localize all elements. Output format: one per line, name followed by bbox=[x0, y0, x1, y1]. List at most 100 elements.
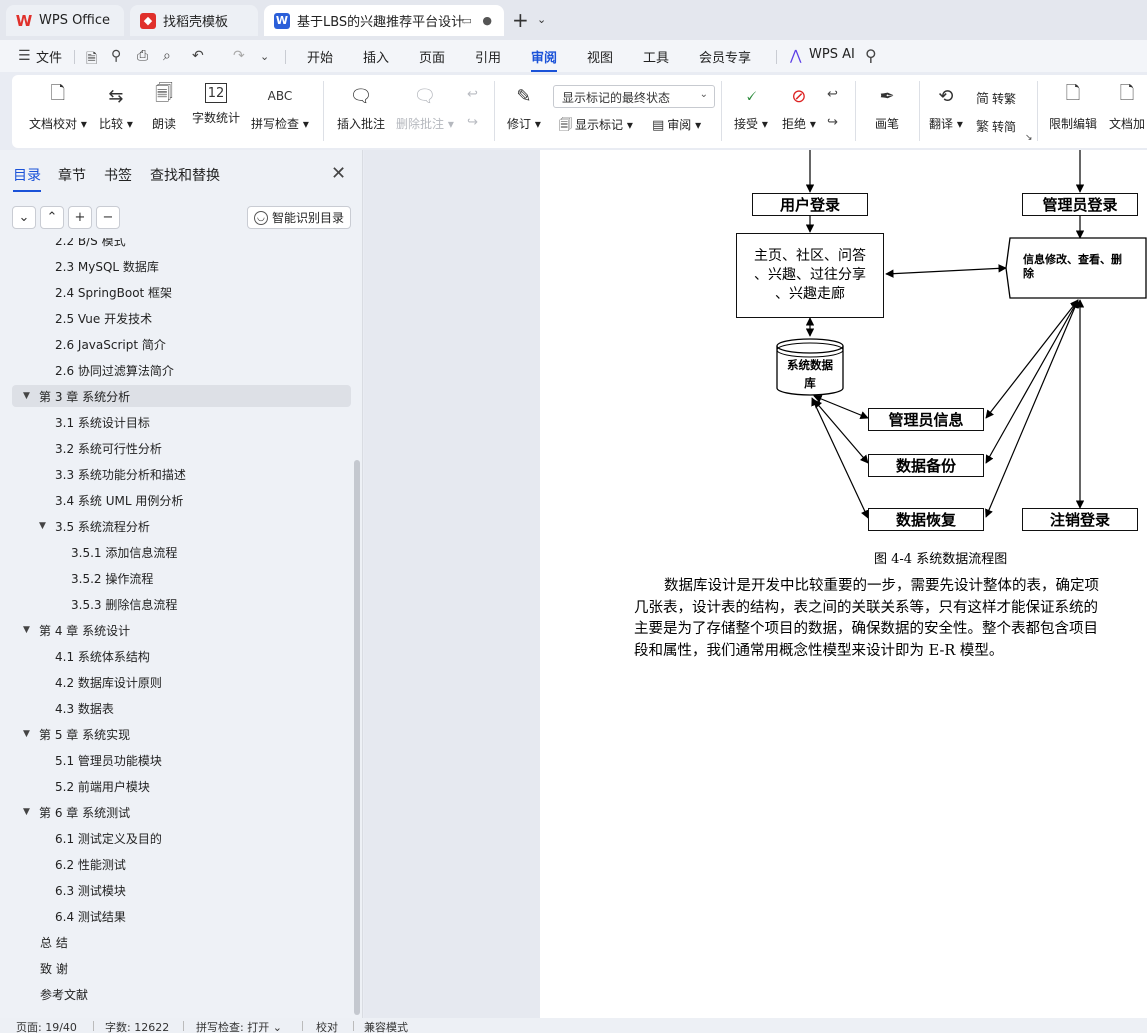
toc-item[interactable]: 2.6 JavaScript 简介 bbox=[12, 333, 351, 355]
toc-item[interactable]: 3.1 系统设计目标 bbox=[12, 411, 351, 433]
print-icon[interactable]: ⎙ bbox=[137, 48, 148, 64]
status-proofing[interactable]: 校对 bbox=[316, 1019, 338, 1033]
save-icon[interactable]: 🗎 bbox=[86, 48, 97, 72]
collapse-down-icon[interactable]: ⌄ bbox=[12, 206, 36, 229]
tab-close-dot-icon[interactable]: ● bbox=[482, 14, 492, 27]
remove-heading-icon[interactable]: − bbox=[96, 206, 120, 229]
toc-item[interactable]: 4.3 数据表 bbox=[12, 697, 351, 719]
toc-item[interactable]: 3.2 系统可行性分析 bbox=[12, 437, 351, 459]
menu-page[interactable]: 页面 bbox=[419, 47, 445, 66]
spell-check-button[interactable]: ABC 拼写检查 ▾ bbox=[251, 83, 309, 132]
collapse-up-icon[interactable]: ⌃ bbox=[40, 206, 64, 229]
toc-item[interactable]: 3.5.3 删除信息流程 bbox=[12, 593, 351, 615]
toc-item[interactable]: 4.1 系统体系结构 bbox=[12, 645, 351, 667]
menu-insert[interactable]: 插入 bbox=[363, 47, 389, 66]
nav-tab-bookmarks[interactable]: 书签 bbox=[104, 165, 132, 185]
expand-arrow-icon[interactable]: ▼ bbox=[23, 807, 30, 817]
doc-encrypt-button[interactable]: 🗋 文档加 bbox=[1109, 83, 1145, 132]
read-aloud-button[interactable]: 🗐 朗读 bbox=[151, 83, 177, 132]
toc-item[interactable]: ▼ 第 5 章 系统实现 bbox=[12, 723, 351, 745]
toc-item[interactable]: 致 谢 bbox=[12, 957, 351, 979]
next-change-icon[interactable]: ↪ bbox=[827, 115, 838, 130]
dialog-launcher-icon[interactable]: ↘ bbox=[1025, 133, 1033, 143]
menu-member[interactable]: 会员专享 bbox=[699, 47, 751, 66]
print-preview-icon[interactable]: ⌕ bbox=[163, 48, 171, 64]
to-traditional-button[interactable]: 简转繁 bbox=[976, 88, 1016, 107]
chevron-down-icon[interactable]: ⌄ bbox=[537, 13, 546, 26]
status-word-count[interactable]: 字数: 12622 bbox=[105, 1019, 169, 1033]
toc-item[interactable]: 4.2 数据库设计原则 bbox=[12, 671, 351, 693]
markup-state-select[interactable]: 显示标记的最终状态 ⌄ bbox=[553, 85, 715, 108]
new-tab-plus-icon[interactable]: + bbox=[512, 8, 529, 32]
monitor-icon[interactable]: ▭ bbox=[461, 14, 471, 27]
toc-item[interactable]: 5.1 管理员功能模块 bbox=[12, 749, 351, 771]
restrict-edit-button[interactable]: 🗋 限制编辑 bbox=[1049, 83, 1097, 132]
menu-tools[interactable]: 工具 bbox=[643, 47, 669, 66]
toc-item[interactable]: 3.5.2 操作流程 bbox=[12, 567, 351, 589]
hamburger-icon[interactable]: ☰ bbox=[18, 48, 31, 64]
toc-item[interactable]: 6.3 测试模块 bbox=[12, 879, 351, 901]
toc-item[interactable]: 参考文献 bbox=[12, 983, 351, 1005]
search-icon[interactable]: ⚲ bbox=[865, 46, 877, 65]
nav-tab-sections[interactable]: 章节 bbox=[58, 165, 86, 185]
expand-arrow-icon[interactable]: ▼ bbox=[23, 729, 30, 739]
toc-item[interactable]: 2.5 Vue 开发技术 bbox=[12, 307, 351, 329]
word-count-button[interactable]: 12 字数统计 bbox=[192, 83, 240, 126]
nav-tab-find-replace[interactable]: 查找和替换 bbox=[150, 165, 220, 185]
toc-item[interactable]: ▼ 3.5 系统流程分析 bbox=[12, 515, 351, 537]
toc-item[interactable]: 3.4 系统 UML 用例分析 bbox=[12, 489, 351, 511]
nav-tab-toc[interactable]: 目录 bbox=[13, 165, 41, 192]
ink-button[interactable]: ✒ 画笔 bbox=[874, 83, 900, 132]
accept-button[interactable]: 🗸 接受 ▾ bbox=[734, 83, 768, 132]
expand-arrow-icon[interactable]: ▼ bbox=[23, 625, 30, 635]
menu-file[interactable]: 文件 bbox=[36, 47, 62, 66]
undo-icon[interactable]: ↶ bbox=[192, 48, 204, 64]
menu-review[interactable]: 审阅 bbox=[531, 47, 558, 72]
insert-comment-button[interactable]: 🗨 插入批注 bbox=[337, 83, 385, 132]
toc-item[interactable]: 6.4 测试结果 bbox=[12, 905, 351, 927]
next-comment-icon[interactable]: ↪ bbox=[467, 115, 478, 130]
chevron-down-icon[interactable]: ⌄ bbox=[260, 50, 269, 63]
previous-comment-icon[interactable]: ↩ bbox=[467, 87, 478, 102]
status-spell-check[interactable]: 拼写检查: 打开 ⌄ bbox=[196, 1019, 282, 1033]
show-markup-button[interactable]: 🗐 显示标记 ▾ bbox=[559, 116, 633, 138]
toc-item[interactable]: 3.3 系统功能分析和描述 bbox=[12, 463, 351, 485]
toc-item[interactable]: 6.1 测试定义及目的 bbox=[12, 827, 351, 849]
doc-check-button[interactable]: 🗋 文档校对 ▾ bbox=[29, 83, 87, 132]
compare-button[interactable]: ⇆ 比较 ▾ bbox=[99, 83, 133, 132]
tab-docer[interactable]: ◆ 找稻壳模板 bbox=[130, 5, 258, 36]
menu-references[interactable]: 引用 bbox=[475, 47, 501, 66]
status-page[interactable]: 页面: 19/40 bbox=[16, 1019, 77, 1033]
menu-home[interactable]: 开始 bbox=[307, 47, 333, 66]
translate-button[interactable]: ⟲ 翻译 ▾ bbox=[929, 83, 963, 132]
review-pane-button[interactable]: ▤ 审阅 ▾ bbox=[652, 116, 701, 133]
toc-item[interactable]: 2.4 SpringBoot 框架 bbox=[12, 281, 351, 303]
track-changes-button[interactable]: ✎ 修订 ▾ bbox=[507, 83, 541, 132]
wps-ai-icon[interactable]: ⋀ bbox=[790, 48, 801, 64]
previous-change-icon[interactable]: ↩ bbox=[827, 87, 838, 102]
toc-item[interactable]: 3.5.1 添加信息流程 bbox=[12, 541, 351, 563]
menu-view[interactable]: 视图 bbox=[587, 47, 613, 66]
expand-arrow-icon[interactable]: ▼ bbox=[39, 521, 46, 531]
menu-wps-ai[interactable]: WPS AI bbox=[809, 47, 855, 62]
delete-comment-button[interactable]: 🗨 删除批注 ▾ bbox=[396, 83, 454, 132]
toc-item[interactable]: 2.3 MySQL 数据库 bbox=[12, 255, 351, 277]
nav-scrollbar[interactable] bbox=[354, 460, 360, 1015]
toc-item[interactable]: ▼ 第 4 章 系统设计 bbox=[12, 619, 351, 641]
add-heading-icon[interactable]: + bbox=[68, 206, 92, 229]
tab-wps-office[interactable]: W WPS Office bbox=[6, 5, 124, 36]
tab-document[interactable]: W 基于LBS的兴趣推荐平台设计与 ▭ ● bbox=[264, 5, 504, 36]
redo-icon[interactable]: ↷ bbox=[233, 48, 245, 64]
reject-button[interactable]: ⊘ 拒绝 ▾ bbox=[782, 83, 816, 132]
toc-item[interactable]: ▼ 第 6 章 系统测试 bbox=[12, 801, 351, 823]
close-icon[interactable]: ✕ bbox=[331, 163, 346, 184]
share-icon[interactable]: ⚲ bbox=[111, 48, 121, 64]
toc-item[interactable]: 总 结 bbox=[12, 931, 351, 953]
toc-item[interactable]: ▼ 第 3 章 系统分析 bbox=[12, 385, 351, 407]
expand-arrow-icon[interactable]: ▼ bbox=[23, 391, 30, 401]
toc-item[interactable]: 2.2 B/S 模式 bbox=[12, 238, 351, 251]
toc-item[interactable]: 2.6 协同过滤算法简介 bbox=[12, 359, 351, 381]
smart-toc-button[interactable]: ◡ 智能识别目录 bbox=[247, 206, 351, 229]
toc-item[interactable]: 5.2 前端用户模块 bbox=[12, 775, 351, 797]
to-simplified-button[interactable]: 繁转简 bbox=[976, 116, 1016, 135]
